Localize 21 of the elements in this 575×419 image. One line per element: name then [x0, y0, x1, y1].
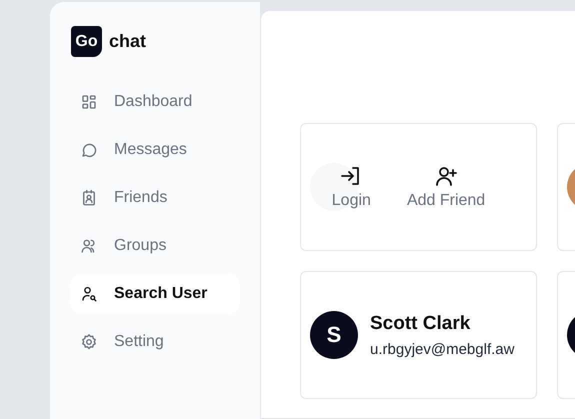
nav-item[interactable]: Dashboard: [70, 82, 240, 122]
grid-icon: [80, 93, 98, 111]
nav-item[interactable]: Messages: [70, 130, 240, 170]
action-button[interactable]: Login: [332, 164, 371, 210]
user-email: u.rbgyjev@mebglf.aw: [370, 340, 514, 358]
nav-item[interactable]: Setting: [70, 322, 240, 362]
settings-icon: [80, 333, 98, 351]
nav-item[interactable]: Search User: [70, 274, 240, 314]
user-card[interactable]: S Scott Clark u.rbgyjev@mebglf.aw: [300, 271, 537, 399]
nav-item[interactable]: Groups: [70, 226, 240, 266]
chat-bubble-icon: [80, 141, 98, 159]
action-button[interactable]: Add Friend: [406, 164, 486, 210]
app-name: chat: [109, 31, 146, 52]
user-search-icon: [80, 285, 98, 303]
user-name: Scott Clark: [370, 312, 472, 334]
nav-item[interactable]: Friends: [70, 178, 240, 218]
contact-card-icon: [80, 189, 98, 207]
user-plus-icon: [434, 164, 458, 188]
user-card[interactable]: Login Add Friend: [300, 123, 537, 251]
avatar: S: [310, 311, 358, 359]
logo-mark: Go: [71, 26, 102, 57]
